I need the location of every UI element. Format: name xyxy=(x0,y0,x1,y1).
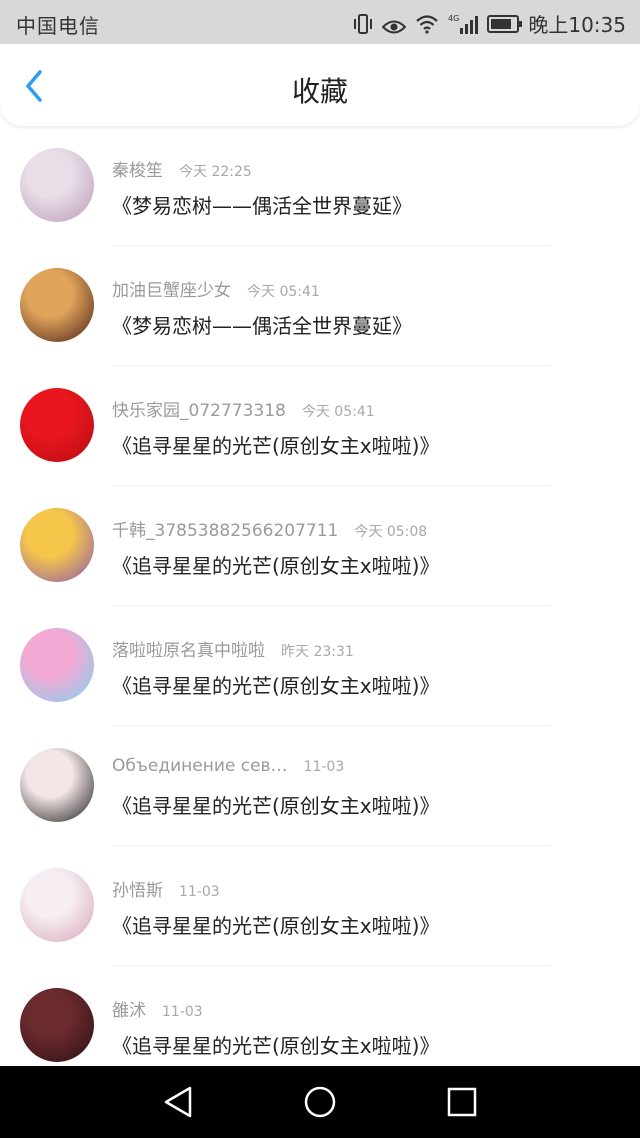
story-title-link[interactable]: 《追寻星星的光芒(原创女主x啦啦)》 xyxy=(112,910,439,939)
avatar[interactable] xyxy=(20,388,94,462)
favorite-item[interactable]: 千韩_37853882566207711 今天 05:08 《追寻星星的光芒(原创女… xyxy=(0,486,640,606)
status-icons: 4G 晚上10:35 xyxy=(353,9,626,38)
square-recents-icon xyxy=(447,1087,477,1117)
nav-back-button[interactable] xyxy=(156,1080,200,1124)
avatar[interactable] xyxy=(20,268,94,342)
status-bar: 中国电信 4G 晚上10:35 xyxy=(0,0,640,44)
timestamp: 昨天 23:31 xyxy=(281,644,354,660)
favorite-item[interactable]: 加油巨蟹座少女 今天 05:41 《梦易恋树——偶活全世界蔓延》 xyxy=(0,246,640,366)
favorite-item[interactable]: 快乐家园_072773318 今天 05:41 《追寻星星的光芒(原创女主x啦啦)》 xyxy=(0,366,640,486)
item-meta: 秦梭笙 今天 22:25 xyxy=(112,156,252,181)
timestamp: 今天 05:41 xyxy=(247,284,320,300)
timestamp: 今天 05:08 xyxy=(354,524,428,540)
username[interactable]: 加油巨蟹座少女 xyxy=(112,281,231,301)
item-meta: 雒沭 11-03 xyxy=(112,996,203,1021)
nav-home-button[interactable] xyxy=(298,1080,342,1124)
story-title-link[interactable]: 《追寻星星的光芒(原创女主x啦啦)》 xyxy=(112,790,439,819)
item-meta: 加油巨蟹座少女 今天 05:41 xyxy=(112,276,320,301)
circle-home-icon xyxy=(304,1086,336,1118)
username[interactable]: 落啦啦原名真中啦啦 xyxy=(112,641,265,661)
story-title-link[interactable]: 《追寻星星的光芒(原创女主x啦啦)》 xyxy=(112,550,439,579)
battery-level xyxy=(491,18,512,29)
favorite-item[interactable]: 秦梭笙 今天 22:25 《梦易恋树——偶活全世界蔓延》 xyxy=(0,126,640,246)
username[interactable]: 雒沭 xyxy=(112,1001,146,1021)
username[interactable]: 孙悟斯 xyxy=(112,881,163,901)
favorites-list: 秦梭笙 今天 22:25 《梦易恋树——偶活全世界蔓延》 加油巨蟹座少女 今天 05:4… xyxy=(0,126,640,1086)
username[interactable]: Объединение сев… xyxy=(112,756,288,776)
item-meta: 快乐家园_072773318 今天 05:41 xyxy=(112,396,375,421)
timestamp: 11-03 xyxy=(303,759,345,775)
timestamp: 今天 22:25 xyxy=(179,164,252,180)
page-title: 收藏 xyxy=(291,75,348,108)
story-title-link[interactable]: 《追寻星星的光芒(原创女主x啦啦)》 xyxy=(112,430,439,459)
clock-label: 晚上10:35 xyxy=(528,13,626,37)
avatar[interactable] xyxy=(20,628,94,702)
signal-4g-icon: 4G xyxy=(448,13,479,35)
item-meta: 孙悟斯 11-03 xyxy=(112,876,220,901)
username[interactable]: 秦梭笙 xyxy=(112,161,163,181)
item-meta: Объединение сев… 11-03 xyxy=(112,756,344,776)
story-title-link[interactable]: 《梦易恋树——偶活全世界蔓延》 xyxy=(112,310,412,339)
triangle-back-icon xyxy=(164,1086,192,1118)
username[interactable]: 快乐家园_072773318 xyxy=(112,401,286,421)
wifi-icon xyxy=(415,14,439,34)
item-meta: 落啦啦原名真中啦啦 昨天 23:31 xyxy=(112,636,354,661)
nav-recents-button[interactable] xyxy=(440,1080,484,1124)
avatar[interactable] xyxy=(20,868,94,942)
avatar[interactable] xyxy=(20,988,94,1062)
item-meta: 千韩_37853882566207711 今天 05:08 xyxy=(112,516,427,541)
story-title-link[interactable]: 《追寻星星的光芒(原创女主x啦啦)》 xyxy=(112,670,439,699)
timestamp: 今天 05:41 xyxy=(301,404,375,420)
story-title-link[interactable]: 《追寻星星的光芒(原创女主x啦啦)》 xyxy=(112,1030,439,1059)
system-nav-bar xyxy=(0,1066,640,1138)
eye-comfort-icon xyxy=(381,16,407,33)
favorite-item[interactable]: 落啦啦原名真中啦啦 昨天 23:31 《追寻星星的光芒(原创女主x啦啦)》 xyxy=(0,606,640,726)
network-label: 4G xyxy=(448,14,459,23)
timestamp: 11-03 xyxy=(162,1004,203,1020)
story-title-link[interactable]: 《梦易恋树——偶活全世界蔓延》 xyxy=(112,190,412,219)
app-header: 收藏 xyxy=(0,44,640,126)
favorite-item[interactable]: Объединение сев… 11-03 《追寻星星的光芒(原创女主x啦啦)》 xyxy=(0,726,640,846)
avatar[interactable] xyxy=(20,508,94,582)
avatar[interactable] xyxy=(20,148,94,222)
avatar[interactable] xyxy=(20,748,94,822)
vibrate-icon xyxy=(353,13,373,35)
battery-icon xyxy=(487,14,523,33)
username[interactable]: 千韩_37853882566207711 xyxy=(112,521,338,541)
timestamp: 11-03 xyxy=(179,884,220,900)
favorite-item[interactable]: 孙悟斯 11-03 《追寻星星的光芒(原创女主x啦啦)》 xyxy=(0,846,640,966)
carrier-label: 中国电信 xyxy=(16,14,100,38)
